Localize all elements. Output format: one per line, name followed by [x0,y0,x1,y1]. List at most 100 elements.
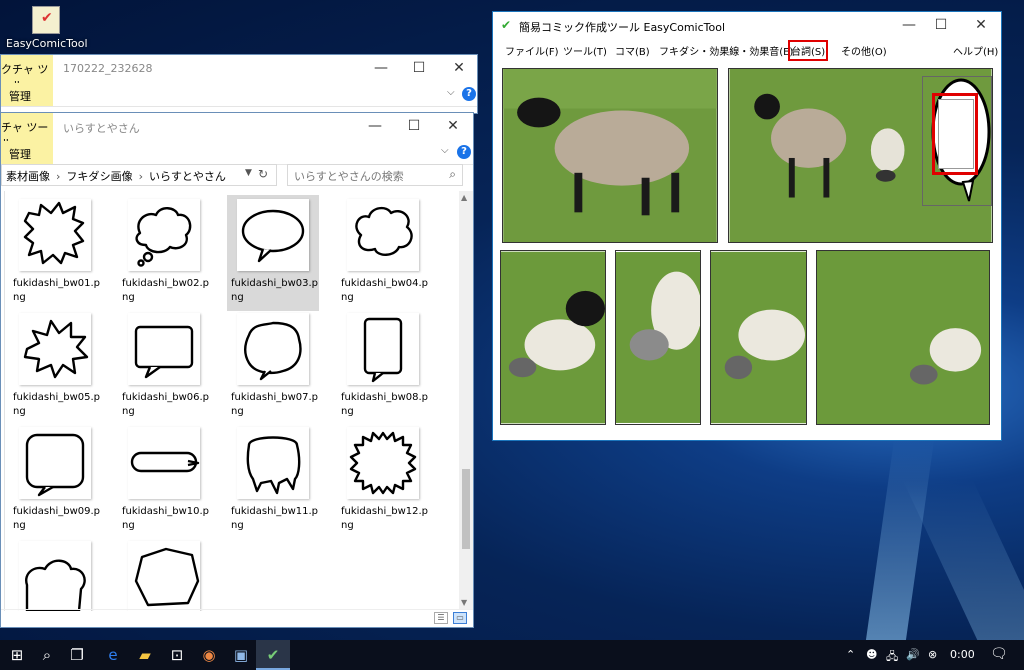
action-center-icon[interactable]: 🗨 [990,646,1008,662]
scroll-up-icon[interactable]: ▲ [461,193,467,202]
explorer-window-back[interactable]: クチャ ツール 170222_232628 — ☐ ✕ 管理 ⌵ ? [0,54,478,114]
speech-balloon-icon [241,209,305,263]
menu-panels[interactable]: コマ(B) [615,43,650,58]
breadcrumb-item[interactable]: 素材画像 [6,170,50,183]
search-input[interactable]: いらすとやさんの検索 ⌕ [287,164,463,186]
easycomictool-window[interactable]: ✔ 簡易コミック作成ツール EasyComicTool — ☐ ✕ ファイル(F… [492,11,1002,441]
menu-other[interactable]: その他(O) [841,43,887,58]
tool-tab[interactable]: クチャ ツール [1,55,53,92]
balloon-thumbnail [19,541,91,611]
menu-help[interactable]: ヘルプ(H) [953,43,998,58]
refresh-icon[interactable]: ↻ [258,167,268,181]
file-item[interactable]: fukidashi_bw09.png [9,423,101,539]
sheep-photo [616,252,700,423]
volume-icon[interactable]: 🔊 [906,648,920,661]
maximize-button[interactable]: ☐ [399,59,439,79]
vertical-scrollbar[interactable]: ▲ ▼ [459,191,473,609]
comic-panel-2[interactable] [728,68,993,243]
speech-balloon-icon [355,206,413,256]
desktop-app-icon[interactable]: EasyComicTool [6,6,88,50]
maximize-button[interactable]: ☐ [394,117,434,137]
file-item[interactable] [9,537,101,611]
help-icon[interactable]: ? [462,87,476,101]
scrollbar-thumb[interactable] [462,469,470,549]
tool-tab[interactable]: チャ ツール [1,113,53,150]
file-item[interactable]: fukidashi_bw01.png [9,195,101,311]
store-icon[interactable]: ⊡ [160,640,194,670]
windows-start-icon[interactable]: ⊞ [0,640,34,670]
comic-panel-5[interactable] [710,250,807,425]
chevron-down-icon[interactable]: ⌵ [447,87,455,98]
ribbon-tab-manage[interactable]: 管理 [1,83,53,106]
menu-file[interactable]: ファイル(F) [505,43,559,58]
file-name: fukidashi_bw03.png [231,278,319,303]
speech-balloon-icon [25,559,86,611]
menu-dialogue[interactable]: 台詞(S) [787,40,829,61]
app-check-icon: ✔ [501,18,512,32]
minimize-button[interactable]: — [361,59,401,79]
text-area[interactable] [938,99,974,169]
explorer-window[interactable]: チャ ツール いらすとやさん — ☐ ✕ 管理 ⌵ ? 素材画像 › フキダシ画像 ›… [0,112,474,628]
file-item[interactable]: fukidashi_bw04.png [337,195,429,311]
close-button[interactable]: ✕ [961,16,1001,36]
comic-canvas[interactable] [493,62,1001,440]
task-view-icon[interactable]: ❐ [60,640,94,670]
speech-balloon-icon [134,547,200,607]
file-item[interactable] [118,537,210,611]
speech-balloon-icon [246,436,301,495]
menu-tools[interactable]: ツール(T) [563,43,607,58]
minimize-button[interactable]: — [355,117,395,137]
easycomictool-icon[interactable]: ✔ [256,640,290,670]
photos-icon[interactable]: ▣ [224,640,258,670]
notification-off-icon[interactable]: ⊗ [928,648,937,661]
comic-panel-4[interactable] [615,250,701,425]
maximize-button[interactable]: ☐ [921,16,961,36]
file-item[interactable]: fukidashi_bw12.png [337,423,429,539]
file-name: fukidashi_bw12.png [341,506,429,531]
details-view-icon[interactable]: ☰ [434,612,448,624]
dropdown-arrow-icon[interactable]: ▼ [245,168,252,178]
balloon-thumbnail [237,427,309,499]
file-item[interactable]: fukidashi_bw06.png [118,309,210,425]
breadcrumb[interactable]: 素材画像 › フキダシ画像 › いらすとやさん [1,164,277,186]
balloon-thumbnail [19,427,91,499]
chrome-icon[interactable]: ◉ [192,640,226,670]
scroll-down-icon[interactable]: ▼ [461,598,467,607]
comic-panel-1[interactable] [502,68,718,243]
close-button[interactable]: ✕ [439,59,479,79]
speech-balloon-icon [135,207,192,267]
file-item[interactable]: fukidashi_bw08.png [337,309,429,425]
file-item[interactable]: fukidashi_bw07.png [227,309,319,425]
ribbon-tab-manage[interactable]: 管理 [1,141,53,164]
window-title: いらすとやさん [63,122,140,135]
file-item[interactable]: fukidashi_bw03.png [227,195,319,311]
file-name: fukidashi_bw08.png [341,392,429,417]
file-item[interactable]: fukidashi_bw05.png [9,309,101,425]
edge-browser-icon[interactable]: e [96,640,130,670]
comic-panel-6[interactable] [816,250,990,425]
balloon-thumbnail [19,199,91,271]
file-explorer-icon[interactable]: ▰ [128,640,162,670]
large-icons-view-icon[interactable]: ▭ [453,612,467,624]
chevron-up-icon[interactable]: ⌃ [846,648,855,661]
people-icon[interactable]: ☻ [866,648,877,661]
close-button[interactable]: ✕ [433,117,473,137]
help-icon[interactable]: ? [457,145,471,159]
breadcrumb-item[interactable]: いらすとやさん [149,170,226,183]
file-name: fukidashi_bw06.png [122,392,210,417]
file-item[interactable]: fukidashi_bw10.png [118,423,210,539]
chevron-right-icon: › [138,170,144,183]
search-icon[interactable]: ⌕ [449,167,456,182]
comic-panel-3[interactable] [500,250,606,425]
clock[interactable]: 0:00 [950,648,975,661]
file-item[interactable]: fukidashi_bw11.png [227,423,319,539]
wallpaper-ray [865,440,935,640]
breadcrumb-item[interactable]: フキダシ画像 [66,170,132,183]
search-icon[interactable]: ⌕ [30,640,64,670]
chevron-down-icon[interactable]: ⌵ [441,145,449,156]
sheep-photo [501,251,605,424]
network-icon[interactable]: 🖧 [886,648,898,667]
balloon-thumbnail [347,313,419,385]
file-item[interactable]: fukidashi_bw02.png [118,195,210,311]
menu-balloons-effects[interactable]: フキダシ・効果線・効果音(E) [659,43,793,58]
